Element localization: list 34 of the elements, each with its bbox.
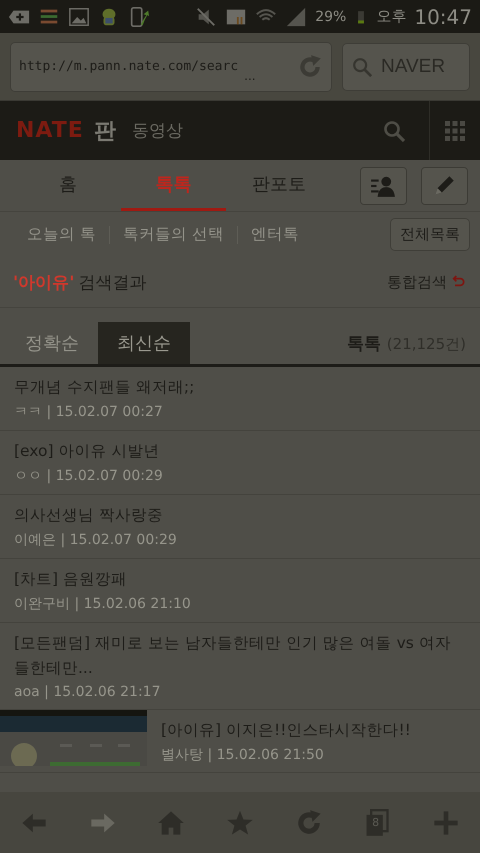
category-link[interactable]: 오늘의 톡 <box>14 224 109 245</box>
address-field[interactable]: http://m.pann.nate.com/searc ... <box>10 42 332 92</box>
am-pm: 오후 <box>376 7 406 26</box>
search-query: '아이유' <box>13 272 74 294</box>
post-meta: ㅇㅇ | 15.02.07 00:29 <box>14 467 163 485</box>
write-button[interactable] <box>420 166 468 204</box>
post-meta: 별사탕 | 15.02.06 21:50 <box>161 746 325 764</box>
search-icon <box>351 56 373 78</box>
all-list-button[interactable]: 전체목록 <box>390 218 470 251</box>
clock: 10:47 <box>414 4 472 28</box>
image-icon <box>68 6 90 28</box>
profile-button[interactable] <box>360 166 407 204</box>
post-meta: aoa | 15.02.06 21:17 <box>14 684 162 700</box>
post-meta: ㅋㅋ | 15.02.07 00:27 <box>14 403 164 421</box>
category-link[interactable]: 엔터톡 <box>238 224 312 245</box>
reload-icon <box>297 54 323 80</box>
category-link[interactable]: 톡커들의 선택 <box>110 224 237 245</box>
post-meta: 이예은 | 15.02.07 00:29 <box>14 531 177 549</box>
sort-tab[interactable]: 최신순 <box>98 322 190 364</box>
video-link[interactable]: 동영상 <box>132 119 183 142</box>
home-icon <box>157 808 186 836</box>
star-icon <box>226 808 254 836</box>
add-icon <box>432 808 460 836</box>
signal-icon <box>285 6 308 28</box>
sort-tab[interactable]: 정확순 <box>6 322 98 364</box>
post-meta: 이완구비 | 15.02.06 21:10 <box>14 595 191 613</box>
logo-subtitle: 판 <box>94 118 116 146</box>
grid-icon <box>443 118 467 142</box>
search-icon <box>382 118 406 142</box>
phone-upload-icon <box>128 6 150 28</box>
mute-icon <box>195 6 218 28</box>
battery-percent: 29% <box>315 8 346 24</box>
site-logo[interactable]: NATE <box>16 118 84 143</box>
nav-tab[interactable]: 톡톡 <box>120 160 226 211</box>
